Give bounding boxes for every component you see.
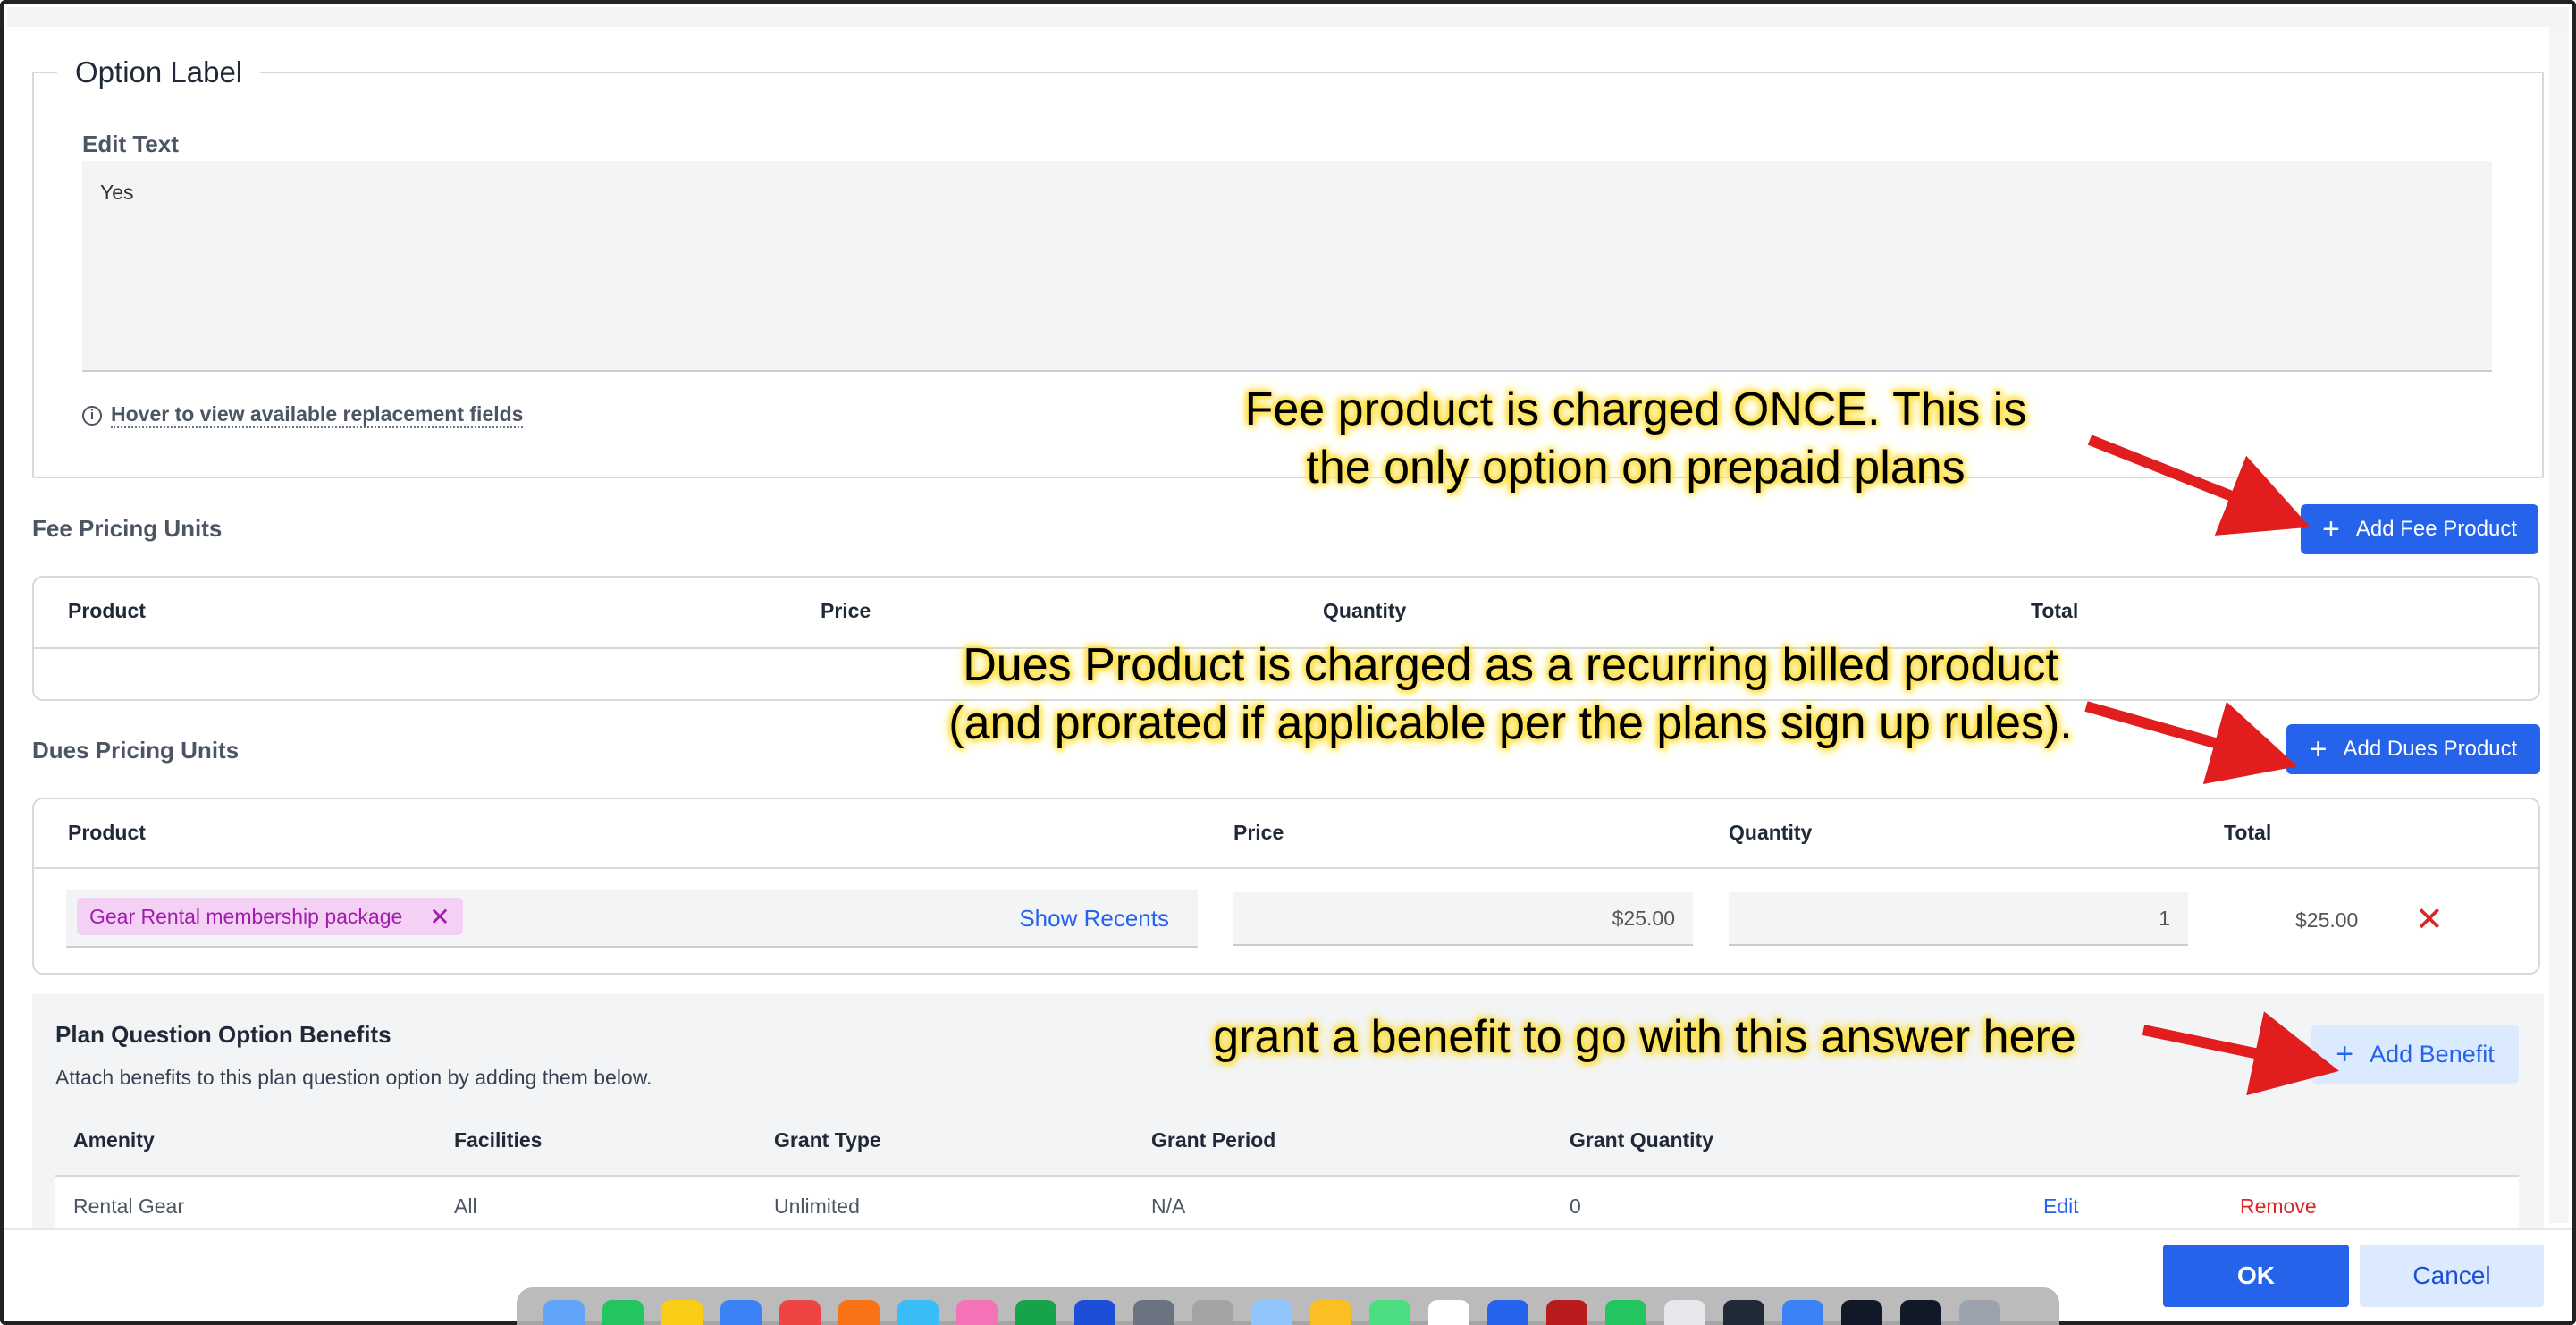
benefit-col-facilities: Facilities bbox=[454, 1128, 543, 1152]
dues-col-total: Total bbox=[2224, 821, 2272, 844]
replacement-fields-link[interactable]: i Hover to view available replacement fi… bbox=[82, 402, 524, 428]
quantity-input[interactable]: 1 bbox=[1729, 892, 2188, 946]
cancel-button[interactable]: Cancel bbox=[2360, 1245, 2544, 1307]
product-chip: Gear Rental membership package ✕ bbox=[77, 898, 463, 935]
edit-text-input[interactable]: Yes bbox=[82, 161, 2492, 372]
messages-icon[interactable] bbox=[602, 1300, 644, 1325]
benefits-table-header bbox=[55, 1105, 2519, 1177]
benefits-subtitle: Attach benefits to this plan question op… bbox=[55, 1066, 652, 1089]
app-icon[interactable] bbox=[1546, 1300, 1587, 1325]
replacement-fields-text: Hover to view available replacement fiel… bbox=[111, 402, 524, 428]
dues-col-quantity: Quantity bbox=[1729, 821, 1813, 844]
app-icon[interactable] bbox=[1487, 1300, 1528, 1325]
benefit-grant-type: Unlimited bbox=[774, 1194, 860, 1218]
benefit-col-grant-type: Grant Type bbox=[774, 1128, 881, 1152]
fee-pricing-title: Fee Pricing Units bbox=[32, 515, 223, 542]
window-icon[interactable] bbox=[1841, 1300, 1882, 1325]
benefit-facilities: All bbox=[454, 1194, 477, 1218]
benefit-annotation-text: grant a benefit to go with this answer h… bbox=[1213, 1011, 2076, 1063]
add-benefit-label: Add Benefit bbox=[2370, 1040, 2495, 1068]
show-recents-link[interactable]: Show Recents bbox=[1019, 905, 1169, 933]
fee-annotation: Fee product is charged ONCE. This is the… bbox=[1233, 381, 2038, 497]
price-input[interactable]: $25.00 bbox=[1233, 892, 1693, 946]
benefit-amenity: Rental Gear bbox=[73, 1194, 185, 1218]
fee-col-quantity: Quantity bbox=[1323, 599, 1407, 622]
add-dues-product-button[interactable]: + Add Dues Product bbox=[2286, 724, 2540, 774]
product-selector[interactable]: Gear Rental membership package ✕ Show Re… bbox=[66, 890, 1198, 948]
benefit-remove-link[interactable]: Remove bbox=[2240, 1194, 2317, 1219]
safari-icon[interactable] bbox=[897, 1300, 939, 1325]
top-strip bbox=[7, 7, 2569, 27]
chrome-icon[interactable] bbox=[838, 1300, 880, 1325]
dues-annotation: Dues Product is charged as a recurring b… bbox=[912, 637, 2109, 753]
folder-icon[interactable] bbox=[1782, 1300, 1823, 1325]
plus-icon: + bbox=[2309, 732, 2328, 766]
benefits-title: Plan Question Option Benefits bbox=[55, 1021, 391, 1048]
ok-button[interactable]: OK bbox=[2163, 1245, 2349, 1307]
plus-icon: + bbox=[2322, 512, 2340, 546]
info-circle-icon: i bbox=[82, 405, 102, 426]
document-icon[interactable] bbox=[1664, 1300, 1705, 1325]
finder-icon[interactable] bbox=[543, 1300, 585, 1325]
dues-annotation-line2: (and prorated if applicable per the plan… bbox=[948, 697, 2073, 749]
close-icon[interactable]: ✕ bbox=[429, 902, 450, 932]
benefit-annotation: grant a benefit to go with this answer h… bbox=[1189, 1009, 2100, 1067]
settings-icon[interactable] bbox=[1133, 1300, 1174, 1325]
benefit-col-grant-period: Grant Period bbox=[1151, 1128, 1276, 1152]
system-dock bbox=[517, 1287, 2059, 1325]
mail-icon[interactable] bbox=[720, 1300, 762, 1325]
window-icon[interactable] bbox=[1900, 1300, 1941, 1325]
option-label-legend: Option Label bbox=[57, 55, 261, 89]
dues-col-price: Price bbox=[1233, 821, 1284, 844]
slack-icon[interactable] bbox=[1369, 1300, 1410, 1325]
dues-annotation-line1: Dues Product is charged as a recurring b… bbox=[963, 639, 2058, 691]
calendar-icon[interactable] bbox=[779, 1300, 821, 1325]
notes-icon[interactable] bbox=[661, 1300, 703, 1325]
benefit-grant-period: N/A bbox=[1151, 1194, 1186, 1218]
fee-annotation-line1: Fee product is charged ONCE. This is bbox=[1244, 384, 2027, 435]
app-icon[interactable] bbox=[1192, 1300, 1233, 1325]
scroll-track[interactable] bbox=[2549, 27, 2569, 1223]
benefit-col-amenity: Amenity bbox=[73, 1128, 155, 1152]
product-chip-label: Gear Rental membership package bbox=[89, 904, 403, 928]
benefit-edit-link[interactable]: Edit bbox=[2043, 1194, 2079, 1219]
numbers-icon[interactable] bbox=[1605, 1300, 1646, 1325]
dues-pricing-table bbox=[32, 798, 2540, 975]
benefit-col-grant-quantity: Grant Quantity bbox=[1570, 1128, 1714, 1152]
dues-col-product: Product bbox=[68, 821, 146, 844]
delete-row-icon[interactable]: ✕ bbox=[2415, 899, 2444, 940]
trash-icon[interactable] bbox=[1959, 1300, 2000, 1325]
app-icon[interactable] bbox=[1251, 1300, 1292, 1325]
plus-icon: + bbox=[2336, 1037, 2354, 1071]
add-dues-product-label: Add Dues Product bbox=[2343, 737, 2518, 761]
app-icon[interactable] bbox=[1428, 1300, 1469, 1325]
fee-col-price: Price bbox=[821, 599, 871, 622]
row-total: $25.00 bbox=[2295, 908, 2359, 932]
dues-pricing-title: Dues Pricing Units bbox=[32, 737, 240, 764]
photos-icon[interactable] bbox=[956, 1300, 998, 1325]
add-fee-product-label: Add Fee Product bbox=[2355, 517, 2517, 541]
app-store-icon[interactable] bbox=[1074, 1300, 1115, 1325]
dues-header-divider bbox=[34, 867, 2538, 869]
app-icon[interactable] bbox=[1310, 1300, 1351, 1325]
edit-text-label: Edit Text bbox=[82, 131, 179, 157]
fee-annotation-line2: the only option on prepaid plans bbox=[1306, 442, 1966, 494]
add-benefit-button[interactable]: + Add Benefit bbox=[2311, 1025, 2519, 1084]
fee-col-product: Product bbox=[68, 599, 146, 622]
facetime-icon[interactable] bbox=[1015, 1300, 1056, 1325]
add-fee-product-button[interactable]: + Add Fee Product bbox=[2301, 504, 2538, 554]
benefit-grant-quantity: 0 bbox=[1570, 1194, 1581, 1218]
edit-text-value: Yes bbox=[100, 181, 134, 204]
fee-col-total: Total bbox=[2031, 599, 2079, 622]
window-icon[interactable] bbox=[1723, 1300, 1764, 1325]
